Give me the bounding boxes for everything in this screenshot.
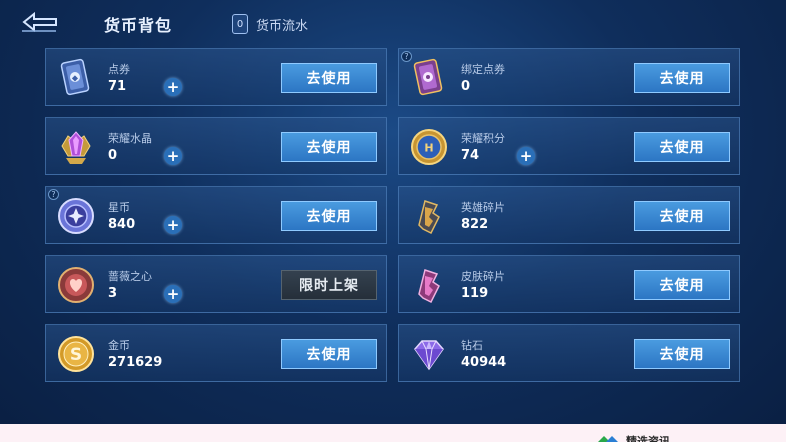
currency-name: 皮肤碎片 [461, 270, 505, 283]
tab-currency-flow[interactable]: 0 货币流水 [232, 13, 308, 35]
currency-name: 蔷薇之心 [108, 270, 152, 283]
voucher-icon: ◆ [60, 58, 90, 96]
add-star-coin-button[interactable]: + [164, 216, 182, 234]
currency-name: 绑定点券 [461, 63, 505, 76]
use-glory-points-button[interactable]: 去使用 [634, 132, 730, 162]
currency-card-voucher: ◆ 点券 71 + 去使用 [45, 48, 387, 106]
svg-text:S: S [70, 345, 82, 365]
currency-value: 40944 [461, 355, 507, 370]
currency-name: 点券 [108, 63, 130, 76]
currency-value: 71 [108, 79, 127, 94]
currency-name: 荣耀积分 [461, 132, 505, 145]
hero-shard-icon [418, 200, 440, 235]
currency-card-hero-shard: 英雄碎片 822 去使用 [398, 186, 740, 244]
currency-card-gold-coin: S 金币 271629 去使用 [45, 324, 387, 382]
page-title: 货币背包 [104, 16, 173, 35]
currency-value: 119 [461, 286, 489, 301]
glory-points-icon: H [411, 129, 447, 165]
back-arrow-icon[interactable] [18, 10, 60, 34]
currency-name: 钻石 [461, 339, 483, 352]
add-glory-points-button[interactable]: + [517, 147, 535, 165]
currency-card-rose-heart: 蔷薇之心 3 + 限时上架 [45, 255, 387, 313]
glory-crystal-icon [61, 131, 91, 164]
use-diamond-button[interactable]: 去使用 [634, 339, 730, 369]
currency-value: 271629 [108, 355, 163, 370]
limited-listing-button[interactable]: 限时上架 [281, 270, 377, 300]
currency-card-bound-voucher: ? 绑定点券 0 去使用 [398, 48, 740, 106]
currency-card-star-coin: ? 星币 840 + 去使用 [45, 186, 387, 244]
tab-currency-flow-label: 货币流水 [256, 18, 309, 34]
currency-value: 74 [461, 148, 480, 163]
add-voucher-button[interactable]: + [164, 78, 182, 96]
top-bar: 货币背包 0 货币流水 [0, 0, 786, 46]
currency-name: 英雄碎片 [461, 201, 505, 214]
currency-card-diamond: 钻石 40944 去使用 [398, 324, 740, 382]
currency-card-skin-shard: 皮肤碎片 119 去使用 [398, 255, 740, 313]
diamond-icon [414, 340, 444, 371]
use-star-coin-button[interactable]: 去使用 [281, 201, 377, 231]
currency-value: 840 [108, 217, 136, 232]
use-voucher-button[interactable]: 去使用 [281, 63, 377, 93]
currency-value: 3 [108, 286, 118, 301]
currency-name: 星币 [108, 201, 130, 214]
currency-value: 0 [461, 79, 471, 94]
add-rose-heart-button[interactable]: + [164, 285, 182, 303]
use-skin-shard-button[interactable]: 去使用 [634, 270, 730, 300]
star-coin-icon [58, 198, 94, 234]
currency-name: 金币 [108, 339, 130, 352]
currency-value: 822 [461, 217, 489, 232]
use-bound-voucher-button[interactable]: 去使用 [634, 63, 730, 93]
svg-text:H: H [424, 142, 433, 155]
ledger-icon: 0 [232, 14, 248, 34]
currency-name: 荣耀水晶 [108, 132, 152, 145]
skin-shard-icon [418, 269, 440, 304]
svg-text:◆: ◆ [72, 74, 79, 83]
currency-card-glory-points: H 荣耀积分 74 + 去使用 [398, 117, 740, 175]
use-gold-coin-button[interactable]: 去使用 [281, 339, 377, 369]
bound-voucher-icon [413, 58, 443, 96]
currency-value: 0 [108, 148, 118, 163]
use-hero-shard-button[interactable]: 去使用 [634, 201, 730, 231]
featured-news-link[interactable]: 精选资讯 [626, 433, 670, 442]
rose-heart-icon [58, 267, 94, 303]
add-glory-crystal-button[interactable]: + [164, 147, 182, 165]
gold-coin-icon: S [58, 336, 94, 372]
news-logo-icon [598, 436, 618, 442]
currency-card-glory-crystal: 荣耀水晶 0 + 去使用 [45, 117, 387, 175]
use-glory-crystal-button[interactable]: 去使用 [281, 132, 377, 162]
